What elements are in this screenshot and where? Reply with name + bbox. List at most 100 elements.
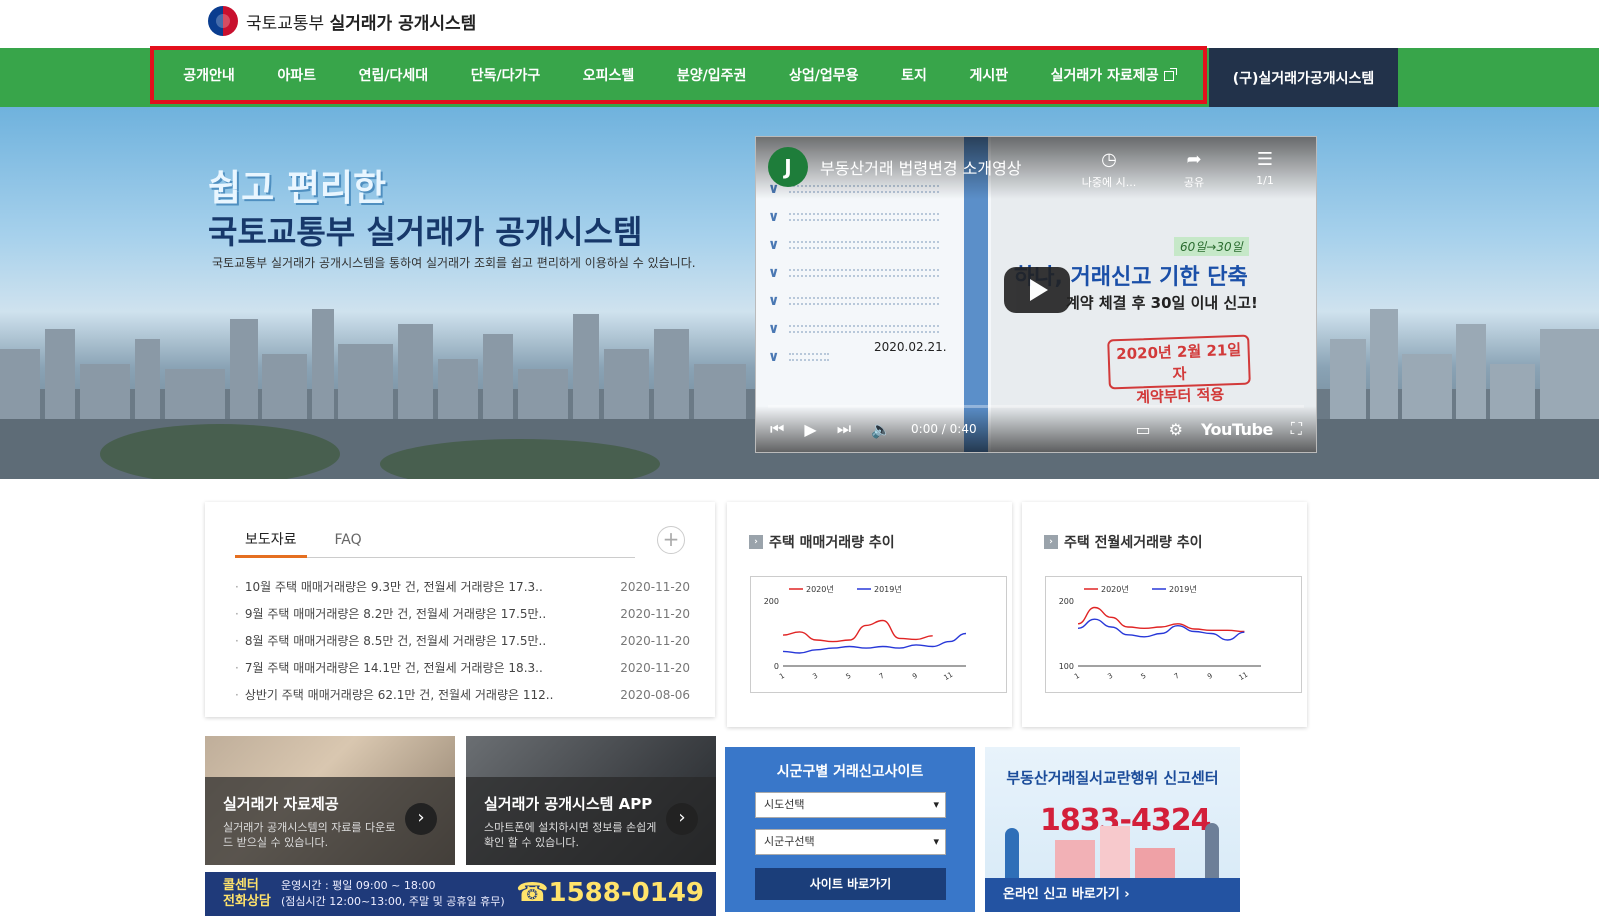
x-tick-label: 9 — [1206, 672, 1214, 681]
callcenter-hours: 운영시간 : 평일 09:00 ~ 18:00 — [281, 879, 436, 892]
video-control-bar: ⏮ ▶ ⏭ 🔈 0:00 / 0:40 ▭ ⚙ YouTube ⛶ — [756, 406, 1316, 452]
stamp-line1: 2020년 2월 21일자 — [1115, 340, 1242, 384]
nav-item-data-provision[interactable]: 실거래가 자료제공 — [1050, 65, 1177, 85]
x-tick-label: 7 — [878, 672, 886, 681]
skip-previous-icon[interactable]: ⏮ — [770, 419, 784, 439]
legend-label: 2020년 — [806, 584, 834, 594]
news-panel: 보도자료 FAQ + 10월 주택 매매거래량은 9.3만 건, 전월세 거래량… — [205, 502, 715, 717]
callcenter-banner: 콜센터 전화상담 운영시간 : 평일 09:00 ~ 18:00 (점심시간 1… — [205, 872, 716, 916]
x-tick-label: 11 — [943, 671, 955, 682]
checklist-row: ∨ — [768, 293, 940, 309]
callcenter-title: 콜센터 — [223, 878, 259, 893]
sales-trend-chart: 0 200 1 3 5 7 9 11 2020년 2019년 — [764, 584, 967, 682]
banner-title: 부동산거래질서교란행위 신고센터 — [1006, 769, 1219, 787]
skip-next-icon[interactable]: ⏭ — [837, 419, 851, 439]
check-icon: ∨ — [768, 265, 780, 281]
settings-icon[interactable]: ⚙ — [1169, 420, 1183, 439]
external-link-icon — [1163, 68, 1177, 81]
tile-title: 실거래가 공개시스템 APP — [484, 795, 653, 813]
video-title[interactable]: 부동산거래 법령변경 소개영상 — [820, 155, 1022, 179]
play-overlay-button[interactable] — [1004, 267, 1070, 313]
channel-avatar[interactable]: J — [768, 147, 808, 187]
series-line — [782, 632, 967, 654]
playlist-button[interactable]: ☰ 1/1 — [1230, 149, 1300, 187]
share-icon: ➦ — [1186, 149, 1202, 170]
chevron-right-icon[interactable]: › — [405, 803, 437, 835]
youtube-logo[interactable]: YouTube — [1201, 420, 1273, 439]
data-provision-tile[interactable]: 실거래가 자료제공 실거래가 공개시스템의 자료를 다운로드 받으실 수 있습니… — [205, 736, 455, 865]
y-tick-label: 100 — [1059, 662, 1074, 671]
tile-description: 스마트폰에 설치하시면 정보를 손쉽게 확인 할 수 있습니다. — [484, 821, 657, 849]
playlist-icon: ☰ — [1256, 149, 1274, 170]
list-item[interactable]: 10월 주택 매매거래량은 9.3만 건, 전월세 거래량은 17.3..202… — [235, 574, 690, 601]
system-name: 실거래가 공개시스템 — [329, 13, 477, 34]
old-system-link[interactable]: (구)실거래가공개시스템 — [1209, 48, 1398, 107]
report-site-title: 시군구별 거래신고사이트 — [776, 764, 924, 780]
person-illustration — [1005, 828, 1019, 878]
legend-label: 2020년 — [1101, 584, 1129, 594]
check-icon: ∨ — [768, 349, 780, 365]
x-tick-label: 5 — [1140, 672, 1148, 681]
series-line — [1077, 606, 1245, 633]
x-tick-label: 11 — [1238, 671, 1250, 682]
fullscreen-icon[interactable]: ⛶ — [1291, 419, 1302, 439]
nav-item-guide[interactable]: 공개안내 — [183, 65, 235, 85]
nav-item-commercial[interactable]: 상업/업무용 — [789, 65, 859, 85]
person-illustration — [1205, 823, 1219, 878]
nav-item-presale[interactable]: 분양/입주권 — [677, 65, 747, 85]
tab-faq[interactable]: FAQ — [325, 527, 372, 558]
chart-frame: 100 200 1 3 5 7 9 11 2020년 2019년 — [1045, 576, 1302, 693]
y-tick-label: 0 — [774, 662, 779, 671]
hero-title-sub: 국토교통부 실거래가 공개시스템 — [208, 213, 643, 251]
share-button[interactable]: ➦ 공유 — [1159, 149, 1229, 190]
online-report-link[interactable]: 온라인 신고 바로가기 › — [985, 878, 1240, 912]
main-nav-menu: 공개안내 아파트 연립/다세대 단독/다가구 오피스텔 분양/입주권 상업/업무… — [150, 46, 1207, 104]
checklist-row: ∨ — [768, 209, 940, 225]
report-site-panel: 시군구별 거래신고사이트 시도선택 시군구선택 사이트 바로가기 — [725, 747, 975, 912]
callcenter-subtitle: 전화상담 — [223, 894, 271, 909]
chart-frame: 0 200 1 3 5 7 9 11 2020년 2019년 — [750, 576, 1007, 693]
list-item[interactable]: 8월 주택 매매거래량은 8.5만 건, 전월세 거래량은 17.5만..202… — [235, 628, 690, 655]
site-go-button[interactable]: 사이트 바로가기 — [755, 868, 946, 900]
more-plus-icon[interactable]: + — [657, 526, 685, 554]
volume-icon[interactable]: 🔈 — [871, 420, 891, 439]
check-icon: ∨ — [768, 237, 780, 253]
youtube-video-player[interactable]: ∨ ∨ ∨ ∨ ∨ ∨ ∨ 2020.02.21. 60일→30일 하나, 거래… — [756, 137, 1316, 452]
app-tile[interactable]: 실거래가 공개시스템 APP 스마트폰에 설치하시면 정보를 손쉽게 확인 할 … — [466, 736, 716, 865]
tab-press-release[interactable]: 보도자료 — [235, 527, 307, 558]
nav-item-land[interactable]: 토지 — [901, 65, 927, 85]
clock-icon: ◷ — [1101, 149, 1117, 170]
news-tabs: 보도자료 FAQ — [235, 527, 635, 558]
list-item[interactable]: 상반기 주택 매매거래량은 62.1만 건, 전월세 거래량은 112..202… — [235, 682, 690, 709]
y-tick-label: 200 — [1059, 597, 1074, 606]
nav-item-house[interactable]: 단독/다가구 — [471, 65, 541, 85]
checklist-row: ∨ — [768, 265, 940, 281]
y-tick-label: 200 — [764, 597, 779, 606]
video-thumb-date: 2020.02.21. — [874, 340, 947, 354]
play-icon[interactable]: ▶ — [804, 420, 816, 439]
subtitles-icon[interactable]: ▭ — [1135, 420, 1150, 439]
nav-item-villa[interactable]: 연립/다세대 — [359, 65, 429, 85]
news-list: 10월 주택 매매거래량은 9.3만 건, 전월세 거래량은 17.3..202… — [235, 574, 690, 709]
callcenter-lunch: (점심시간 12:00~13:00, 주말 및 공휴일 휴무) — [281, 895, 505, 908]
checklist-row: ∨ — [768, 321, 940, 337]
list-item[interactable]: 7월 주택 매매거래량은 14.1만 건, 전월세 거래량은 18.3..202… — [235, 655, 690, 682]
check-icon: ∨ — [768, 209, 780, 225]
list-item[interactable]: 9월 주택 매매거래량은 8.2만 건, 전월세 거래량은 17.5만..202… — [235, 601, 690, 628]
x-tick-label: 5 — [845, 672, 853, 681]
nav-item-apartment[interactable]: 아파트 — [277, 65, 316, 85]
tile-title: 실거래가 자료제공 — [223, 795, 339, 813]
chevron-right-icon[interactable]: › — [666, 803, 698, 835]
house-illustration — [1055, 840, 1095, 878]
watch-later-button[interactable]: ◷ 나중에 시... — [1074, 149, 1144, 190]
nav-item-board[interactable]: 게시판 — [969, 65, 1008, 85]
sigungu-select[interactable]: 시군구선택 — [755, 829, 946, 855]
nav-item-officetel[interactable]: 오피스텔 — [583, 65, 635, 85]
report-center-banner[interactable]: 부동산거래질서교란행위 신고센터 1833-4324 온라인 신고 바로가기 › — [985, 747, 1240, 912]
sido-select[interactable]: 시도선택 — [755, 792, 946, 818]
series-line — [1077, 618, 1245, 641]
nav-item-data-provision-label: 실거래가 자료제공 — [1050, 68, 1159, 84]
series-line — [782, 619, 933, 643]
hero-title-main: 쉽고 편리한 — [208, 168, 387, 209]
ministry-logo[interactable]: 국토교통부 실거래가 공개시스템 — [208, 6, 476, 36]
